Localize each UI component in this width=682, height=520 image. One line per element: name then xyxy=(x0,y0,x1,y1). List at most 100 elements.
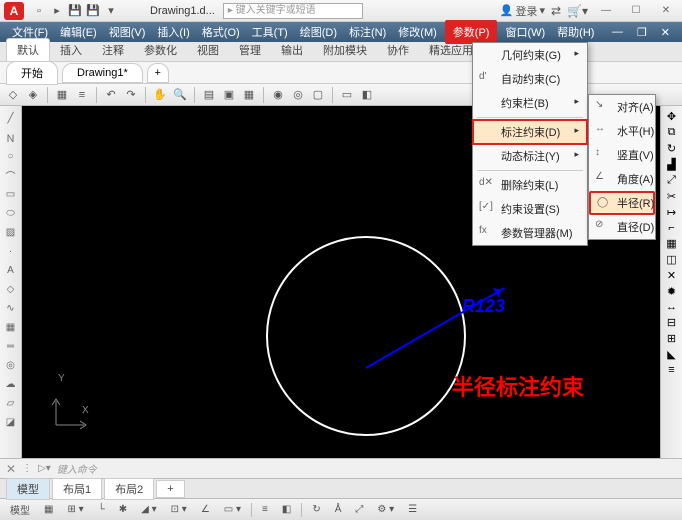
color-icon[interactable]: ▦ xyxy=(53,86,71,104)
pan-icon[interactable]: ✋ xyxy=(151,86,169,104)
linetype-icon[interactable]: ≡ xyxy=(73,86,91,104)
mirror-tool-icon[interactable]: ▟ xyxy=(667,158,675,171)
menu-modify[interactable]: 修改(M) xyxy=(392,22,443,42)
trim-tool-icon[interactable]: ✂ xyxy=(667,190,676,203)
qat-save2-icon[interactable]: 💾 xyxy=(85,3,101,19)
join-tool-icon[interactable]: ⊞ xyxy=(667,332,676,345)
menu-view[interactable]: 视图(V) xyxy=(103,22,152,42)
status-osnap-icon[interactable]: ⊡ ▾ xyxy=(165,501,193,519)
rect-tool-icon[interactable]: ▭ xyxy=(3,186,19,202)
qat-dropdown-icon[interactable]: ▾ xyxy=(103,3,119,19)
status-ws-icon[interactable]: ⚙ ▾ xyxy=(371,501,400,519)
ribbon-tab-view[interactable]: 视图 xyxy=(187,39,229,61)
status-polar-icon[interactable]: ✱ xyxy=(113,501,133,519)
cmd-handle-icon[interactable]: ⋮ xyxy=(22,463,32,474)
ribbon-tab-manage[interactable]: 管理 xyxy=(229,39,271,61)
menu-restore-icon[interactable]: ❐ xyxy=(631,24,653,41)
menu-format[interactable]: 格式(O) xyxy=(196,22,246,42)
region-tool-icon[interactable]: ◇ xyxy=(3,281,19,297)
line-tool-icon[interactable]: ╱ xyxy=(3,110,19,126)
misc1-icon[interactable]: ◉ xyxy=(269,86,287,104)
menu-geometric-constraint[interactable]: 几何约束(G)▸ xyxy=(473,43,587,67)
tab-layout2[interactable]: 布局2 xyxy=(104,478,154,500)
search-input[interactable]: ▸ 键入关键字或短语 xyxy=(223,3,363,19)
ribbon-tab-output[interactable]: 输出 xyxy=(271,39,313,61)
group-icon[interactable]: ▦ xyxy=(240,86,258,104)
qat-save-icon[interactable]: 💾 xyxy=(67,3,83,19)
pline-tool-icon[interactable]: Ｎ xyxy=(3,129,19,145)
copy-tool-icon[interactable]: ⧉ xyxy=(668,126,676,139)
undo-icon[interactable]: ↶ xyxy=(102,86,120,104)
erase-tool-icon[interactable]: ✕ xyxy=(667,269,676,282)
menu-window[interactable]: 窗口(W) xyxy=(499,22,551,42)
cart-icon[interactable]: 🛒▾ xyxy=(567,4,588,18)
menu-parametric[interactable]: 参数(P) xyxy=(445,20,498,44)
circle-tool-icon[interactable]: ○ xyxy=(3,148,19,164)
ribbon-tab-parametric[interactable]: 参数化 xyxy=(134,39,187,61)
3d-tool-icon[interactable]: ◪ xyxy=(3,414,19,430)
doc-tab-drawing[interactable]: Drawing1* xyxy=(62,63,143,83)
donut-tool-icon[interactable]: ◎ xyxy=(3,357,19,373)
status-snap-icon[interactable]: ⊞ ▾ xyxy=(61,501,89,519)
scale-tool-icon[interactable]: ⤢ xyxy=(667,174,676,187)
tab-model[interactable]: 模型 xyxy=(6,478,50,500)
status-dyn-icon[interactable]: ▭ ▾ xyxy=(218,501,247,519)
menu-file[interactable]: 文件(F) xyxy=(6,22,54,42)
menu-close-icon[interactable]: ✕ xyxy=(655,24,676,41)
status-model[interactable]: 模型 xyxy=(4,501,36,519)
close-button[interactable]: ✕ xyxy=(654,3,678,19)
mline-tool-icon[interactable]: ═ xyxy=(3,338,19,354)
layer-state-icon[interactable]: ◈ xyxy=(24,86,42,104)
menu-min-icon[interactable]: — xyxy=(606,24,629,41)
submenu-aligned[interactable]: ↘对齐(A) xyxy=(589,95,655,119)
cloud-tool-icon[interactable]: ☁ xyxy=(3,376,19,392)
submenu-horizontal[interactable]: ↔水平(H) xyxy=(589,119,655,143)
chamfer-tool-icon[interactable]: ◣ xyxy=(667,348,675,361)
qat-new-icon[interactable]: ▫ xyxy=(31,3,47,19)
status-trans-icon[interactable]: ◧ xyxy=(276,501,297,519)
move-tool-icon[interactable]: ✥ xyxy=(667,110,676,123)
rotate-tool-icon[interactable]: ↻ xyxy=(667,142,676,155)
menu-edit[interactable]: 编辑(E) xyxy=(54,22,103,42)
explode-tool-icon[interactable]: ✹ xyxy=(667,285,676,298)
misc3-icon[interactable]: ▢ xyxy=(309,86,327,104)
tab-add-layout[interactable]: + xyxy=(156,480,184,498)
status-lwt-icon[interactable]: ≡ xyxy=(256,501,274,519)
hatch-tool-icon[interactable]: ▨ xyxy=(3,224,19,240)
submenu-radius[interactable]: ◯半径(R) xyxy=(589,191,655,215)
qat-open-icon[interactable]: ▸ xyxy=(49,3,65,19)
menu-draw[interactable]: 绘图(D) xyxy=(294,22,343,42)
break-tool-icon[interactable]: ⊟ xyxy=(667,316,676,329)
cmd-close-icon[interactable]: ✕ xyxy=(6,462,16,476)
extend-tool-icon[interactable]: ↦ xyxy=(667,206,676,219)
layer-icon[interactable]: ◇ xyxy=(4,86,22,104)
login-button[interactable]: 👤 登录 ▾ xyxy=(500,3,545,19)
align-tool-icon[interactable]: ≡ xyxy=(668,364,674,376)
misc4-icon[interactable]: ▭ xyxy=(338,86,356,104)
exchange-icon[interactable]: ⇄ xyxy=(551,4,561,18)
status-otrack-icon[interactable]: ∠ xyxy=(195,501,216,519)
status-scale-icon[interactable]: ⤢ xyxy=(349,501,369,519)
menu-constraint-bar[interactable]: 约束栏(B)▸ xyxy=(473,91,587,115)
menu-tools[interactable]: 工具(T) xyxy=(246,22,294,42)
menu-help[interactable]: 帮助(H) xyxy=(551,22,600,42)
menu-dynamic-dimension[interactable]: 动态标注(Y)▸ xyxy=(473,144,587,168)
ellipse-tool-icon[interactable]: ⬭ xyxy=(3,205,19,221)
text-tool-icon[interactable]: A xyxy=(3,262,19,278)
submenu-angular[interactable]: ∠角度(A) xyxy=(589,167,655,191)
zoom-icon[interactable]: 🔍 xyxy=(171,86,189,104)
block-icon[interactable]: ▣ xyxy=(220,86,238,104)
status-cycle-icon[interactable]: ↻ xyxy=(306,501,326,519)
table-tool-icon[interactable]: ▦ xyxy=(3,319,19,335)
doc-tab-new[interactable]: + xyxy=(147,63,169,83)
command-line[interactable]: ✕ ⋮ ▷▾ 键入命令 xyxy=(0,458,682,478)
minimize-button[interactable]: — xyxy=(594,3,618,19)
misc5-icon[interactable]: ◧ xyxy=(358,86,376,104)
misc2-icon[interactable]: ◎ xyxy=(289,86,307,104)
menu-delete-constraint[interactable]: d✕删除约束(L) xyxy=(473,173,587,197)
menu-dimension[interactable]: 标注(N) xyxy=(343,22,392,42)
app-icon[interactable]: A xyxy=(4,2,24,20)
offset-tool-icon[interactable]: ◫ xyxy=(666,253,676,266)
menu-constraint-settings[interactable]: [✓]约束设置(S) xyxy=(473,197,587,221)
point-tool-icon[interactable]: · xyxy=(3,243,19,259)
